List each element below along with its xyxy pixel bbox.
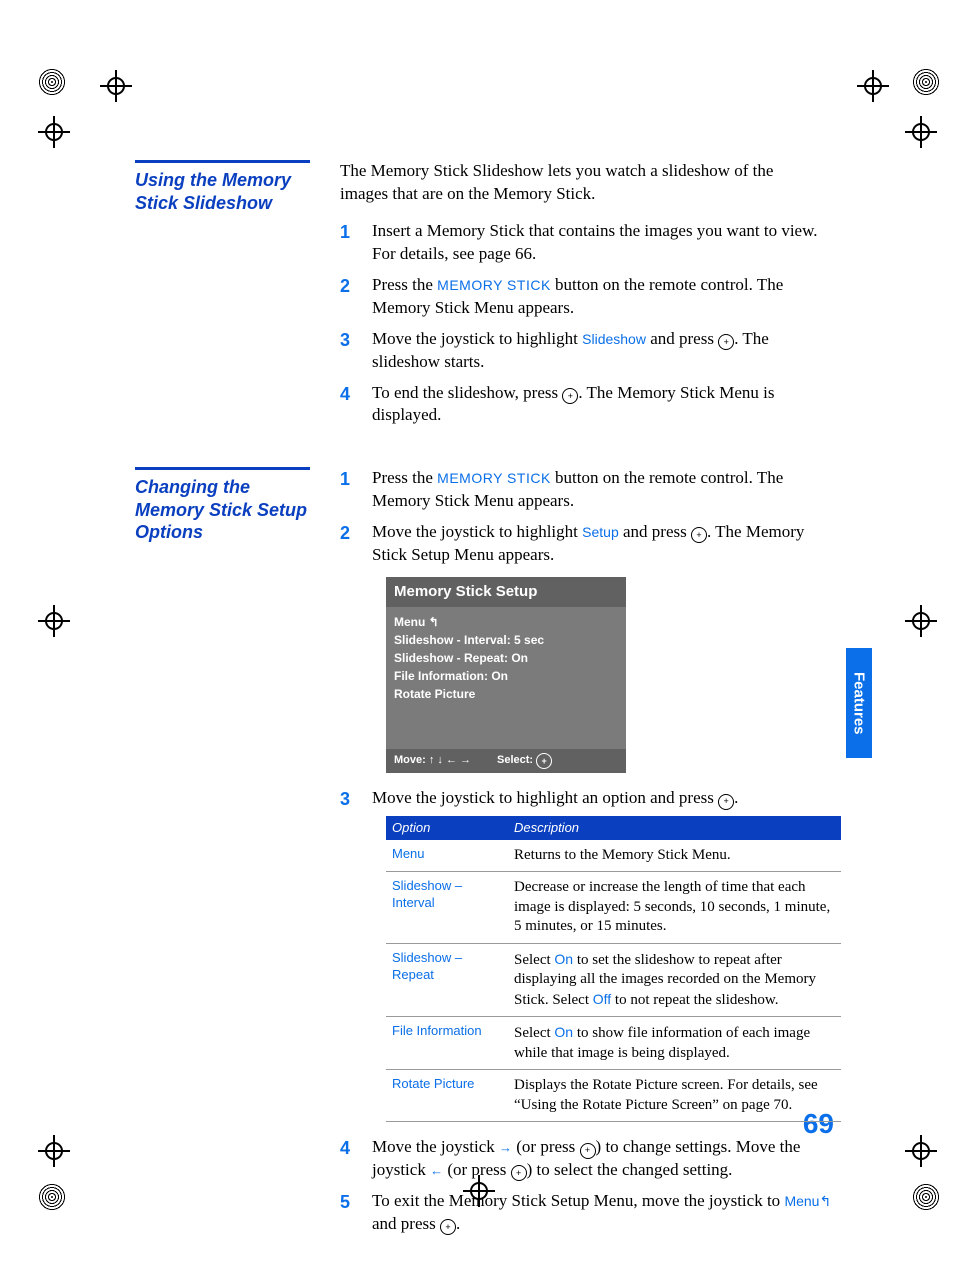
osd-title: Memory Stick Setup xyxy=(386,577,626,607)
registration-mark-icon xyxy=(100,70,132,102)
registration-mark-icon xyxy=(905,116,937,148)
enter-button-icon: + xyxy=(718,794,734,810)
step-item: Move the joystick to highlight Slideshow… xyxy=(340,328,825,374)
registration-mark-icon xyxy=(905,1135,937,1167)
registration-mark-icon xyxy=(905,605,937,637)
arrow-right-icon: → xyxy=(499,1140,512,1155)
step-item: Press the MEMORY STICK button on the rem… xyxy=(340,274,825,320)
registration-mark-icon xyxy=(38,116,70,148)
table-row: Rotate Picture Displays the Rotate Pictu… xyxy=(386,1070,841,1122)
step-item: To end the slideshow, press +. The Memor… xyxy=(340,382,825,428)
osd-item: Rotate Picture xyxy=(394,685,618,703)
button-label: MEMORY STICK xyxy=(437,470,551,486)
step-item: Move the joystick → (or press +) to chan… xyxy=(340,1136,841,1182)
menu-option-label: Slideshow xyxy=(582,331,646,347)
enter-button-icon: + xyxy=(580,1143,596,1159)
menu-option-label: Setup xyxy=(582,524,619,540)
section-heading: Using the Memory Stick Slideshow xyxy=(135,169,310,214)
osd-footer: Move: ↑ ↓ ← → Select: + xyxy=(386,749,626,773)
enter-button-icon: + xyxy=(562,388,578,404)
step-item: Move the joystick to highlight Setup and… xyxy=(340,521,841,773)
option-name: Rotate Picture xyxy=(386,1070,508,1122)
rosette-icon xyxy=(38,68,66,96)
osd-item: Menu ↰ xyxy=(394,613,618,631)
table-header: Option xyxy=(386,816,508,840)
option-name: Slideshow – Interval xyxy=(386,872,508,944)
enter-button-icon: + xyxy=(536,753,552,769)
registration-mark-icon xyxy=(38,605,70,637)
step-item: To exit the Memory Stick Setup Menu, mov… xyxy=(340,1190,841,1236)
option-desc: Returns to the Memory Stick Menu. xyxy=(508,840,841,872)
table-row: Slideshow – Repeat Select On to set the … xyxy=(386,943,841,1017)
option-name: File Information xyxy=(386,1017,508,1070)
registration-mark-icon xyxy=(38,1135,70,1167)
rosette-icon xyxy=(912,68,940,96)
enter-button-icon: + xyxy=(718,334,734,350)
step-item: Insert a Memory Stick that contains the … xyxy=(340,220,825,266)
setting-value: On xyxy=(554,1024,573,1040)
options-table: Option Description Menu Returns to the M… xyxy=(386,816,841,1122)
step-item: Press the MEMORY STICK button on the rem… xyxy=(340,467,841,513)
option-desc: Select On to set the slideshow to repeat… xyxy=(508,943,841,1017)
section-tab: Features xyxy=(846,648,872,758)
enter-button-icon: + xyxy=(691,527,707,543)
section-rule xyxy=(135,160,310,163)
enter-button-icon: + xyxy=(511,1165,527,1181)
rosette-icon xyxy=(38,1183,66,1211)
table-row: Menu Returns to the Memory Stick Menu. xyxy=(386,840,841,872)
table-row: File Information Select On to show file … xyxy=(386,1017,841,1070)
step-item: Move the joystick to highlight an option… xyxy=(340,787,841,1122)
intro-text: The Memory Stick Slideshow lets you watc… xyxy=(340,160,825,206)
rosette-icon xyxy=(912,1183,940,1211)
setting-value: Off xyxy=(593,991,611,1007)
menu-option-label: Menu xyxy=(784,1193,819,1209)
osd-body: Menu ↰ Slideshow - Interval: 5 sec Slide… xyxy=(386,607,626,749)
table-header: Description xyxy=(508,816,841,840)
table-row: Slideshow – Interval Decrease or increas… xyxy=(386,872,841,944)
option-name: Menu xyxy=(386,840,508,872)
option-name: Slideshow – Repeat xyxy=(386,943,508,1017)
osd-item: Slideshow - Interval: 5 sec xyxy=(394,631,618,649)
option-desc: Select On to show file information of ea… xyxy=(508,1017,841,1070)
enter-button-icon: + xyxy=(440,1219,456,1235)
registration-mark-icon xyxy=(857,70,889,102)
osd-item: Slideshow - Repeat: On xyxy=(394,649,618,667)
button-label: MEMORY STICK xyxy=(437,277,551,293)
osd-item: File Information: On xyxy=(394,667,618,685)
section-heading: Changing the Memory Stick Setup Options xyxy=(135,476,310,544)
osd-screenshot: Memory Stick Setup Menu ↰ Slideshow - In… xyxy=(386,577,626,773)
setting-value: On xyxy=(554,951,573,967)
section-rule xyxy=(135,467,310,470)
arrow-left-icon: ← xyxy=(430,1163,443,1178)
return-icon: ↰ xyxy=(819,1193,831,1209)
option-desc: Displays the Rotate Picture screen. For … xyxy=(508,1070,841,1122)
arrow-icons: ↑ ↓ ← → xyxy=(429,754,471,766)
option-desc: Decrease or increase the length of time … xyxy=(508,872,841,944)
